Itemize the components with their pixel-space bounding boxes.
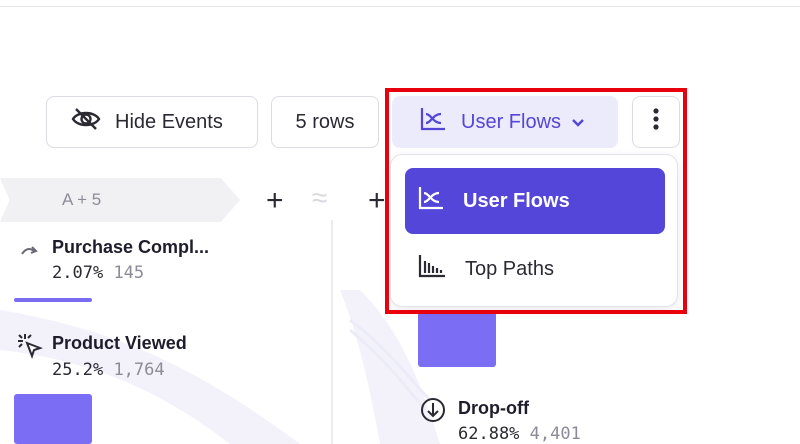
node-bar[interactable] — [14, 298, 92, 302]
step-label: A + 5 — [62, 190, 102, 209]
cursor-click-icon — [16, 332, 44, 365]
repeat-arrow-icon — [20, 242, 40, 263]
node-stat: 62.88% 4,401 — [458, 424, 581, 444]
view-mode-dropdown-button[interactable]: User Flows — [392, 96, 618, 148]
user-flows-icon — [419, 106, 447, 138]
eye-off-icon — [71, 107, 101, 137]
step-chip[interactable]: A + 5 — [0, 178, 240, 222]
menu-item-top-paths[interactable]: Top Paths — [405, 236, 665, 302]
node-percent: 62.88% — [458, 424, 520, 444]
view-mode-label: User Flows — [461, 110, 562, 133]
node-stat: 2.07% 145 — [52, 263, 144, 283]
hide-events-button[interactable]: Hide Events — [46, 96, 258, 148]
approx-icon: ≈ — [312, 182, 328, 213]
menu-item-label: User Flows — [463, 189, 570, 212]
column-divider — [331, 220, 333, 444]
drop-off-icon — [420, 397, 446, 428]
node-count: 145 — [113, 263, 145, 283]
hide-events-label: Hide Events — [115, 110, 223, 133]
node-percent: 2.07% — [52, 263, 104, 283]
node-name[interactable]: Product Viewed — [52, 333, 187, 354]
node-name[interactable]: Drop-off — [458, 398, 529, 419]
node-name[interactable]: Purchase Compl... — [52, 237, 209, 258]
node-count: 4,401 — [529, 424, 581, 444]
add-step-button[interactable]: + — [266, 186, 284, 216]
top-divider — [0, 6, 800, 7]
node-count: 1,764 — [113, 360, 165, 380]
top-paths-icon — [417, 253, 447, 285]
chevron-down-icon — [571, 111, 585, 134]
menu-item-user-flows[interactable]: User Flows — [405, 168, 665, 234]
node-bar[interactable] — [14, 394, 92, 444]
rows-count-button[interactable]: 5 rows — [271, 96, 379, 148]
node-stat: 25.2% 1,764 — [52, 360, 165, 380]
node-percent: 25.2% — [52, 360, 104, 380]
view-mode-menu: User Flows Top Paths — [390, 154, 678, 307]
rows-label: 5 rows — [295, 110, 355, 133]
user-flows-icon — [417, 185, 445, 217]
menu-item-label: Top Paths — [465, 257, 554, 280]
more-options-button[interactable] — [632, 96, 680, 148]
add-step-button-2[interactable]: + — [368, 186, 386, 216]
node-bar[interactable] — [418, 312, 496, 367]
kebab-vertical-icon — [652, 107, 660, 137]
